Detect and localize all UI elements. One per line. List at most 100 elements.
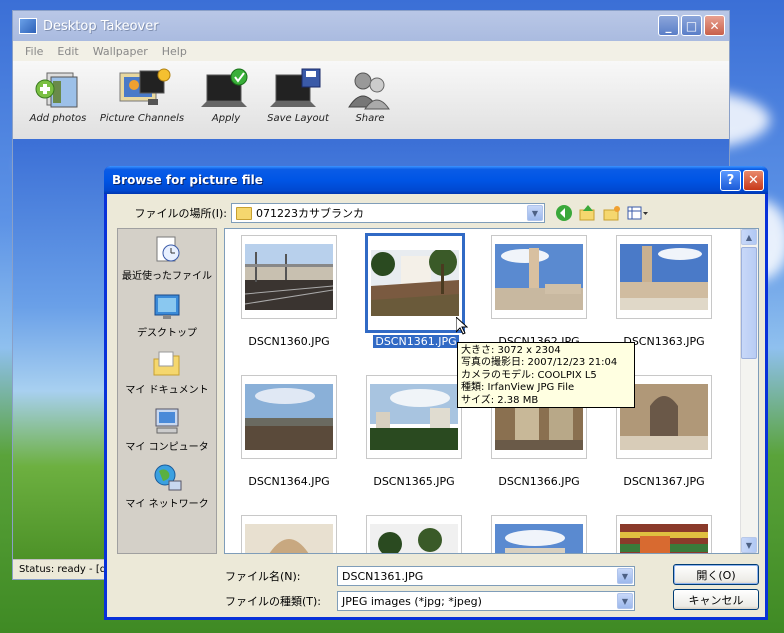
dialog-title: Browse for picture file	[112, 173, 263, 187]
my-documents-icon	[153, 351, 180, 376]
filename-label: ファイル名(N):	[225, 570, 301, 583]
thumbnail-partial[interactable]	[366, 515, 462, 553]
folder-icon	[236, 206, 252, 220]
mosque-photo	[495, 244, 583, 310]
thumbnail-dscn1365[interactable]	[366, 375, 462, 459]
lookin-row: ファイルの場所(I): 071223カサブランカ ▼	[133, 203, 648, 223]
filetype-value: JPEG images (*jpg; *jpeg)	[342, 594, 482, 608]
thumbnail-dscn1360[interactable]	[241, 235, 337, 319]
app-icon	[19, 18, 37, 34]
thumbnail-dscn1363[interactable]	[616, 235, 712, 319]
scroll-down-button[interactable]: ▼	[741, 537, 757, 553]
scroll-thumb[interactable]	[741, 247, 757, 359]
picture-channels-label: Picture Channels	[99, 113, 185, 124]
filename[interactable]: DSCN1360.JPG	[234, 335, 344, 348]
thumbnail-dscn1364[interactable]	[241, 375, 337, 459]
view-menu-icon[interactable]	[627, 204, 648, 222]
new-folder-icon[interactable]	[603, 204, 621, 222]
cancel-button[interactable]: キャンセル	[673, 589, 759, 610]
menu-wallpaper[interactable]: Wallpaper	[87, 45, 154, 58]
place-recent-label: 最近使ったファイル	[122, 271, 212, 282]
place-desktop[interactable]: デスクトップ	[118, 292, 216, 343]
chevron-down-icon[interactable]: ▼	[527, 205, 543, 221]
filename-input-value: DSCN1361.JPG	[342, 569, 424, 583]
selected-filename-text: DSCN1361.JPG	[373, 335, 459, 348]
filetype-row: ファイルの種類(T): JPEG images (*jpg; *jpeg) ▼	[225, 591, 635, 611]
share-button[interactable]: Share	[339, 61, 401, 124]
lookin-label: ファイルの場所(I):	[134, 207, 227, 220]
filename-selected[interactable]: DSCN1361.JPG	[361, 335, 471, 348]
place-desktop-label: デスクトップ	[137, 328, 197, 339]
place-documents[interactable]: マイ ドキュメント	[118, 349, 216, 400]
tooltip-line: 大きさ: 3072 x 2304	[461, 345, 561, 356]
desktop-icon	[154, 294, 180, 319]
city-photo	[495, 524, 583, 553]
mosque-photo	[620, 244, 708, 310]
maximize-button[interactable]: □	[681, 15, 702, 36]
close-button[interactable]: ✕	[704, 15, 725, 36]
app-title: Desktop Takeover	[43, 18, 159, 34]
share-icon	[348, 72, 390, 110]
file-info-tooltip: 大きさ: 3072 x 2304 写真の撮影日: 2007/12/23 21:0…	[457, 342, 635, 408]
lookin-combo[interactable]: 071223カサブランカ ▼	[231, 203, 545, 223]
lookin-value: 071223カサブランカ	[256, 207, 364, 220]
apply-button[interactable]: Apply	[195, 61, 257, 124]
filename[interactable]: DSCN1366.JPG	[484, 475, 594, 488]
save-layout-button[interactable]: Save Layout	[267, 61, 329, 124]
market-photo	[620, 524, 708, 553]
filetype-label: ファイルの種類(T):	[225, 595, 322, 608]
coast-photo	[245, 384, 333, 450]
thumbnail-partial[interactable]	[241, 515, 337, 553]
apply-label: Apply	[211, 113, 241, 124]
filename[interactable]: DSCN1364.JPG	[234, 475, 344, 488]
minimize-button[interactable]: _	[658, 15, 679, 36]
picture-channels-button[interactable]: Picture Channels	[99, 61, 185, 124]
open-button[interactable]: 開く(O)	[673, 564, 759, 585]
scroll-up-button[interactable]: ▲	[741, 229, 757, 245]
tooltip-line: 写真の撮影日: 2007/12/23 21:04	[461, 357, 618, 369]
chevron-down-icon[interactable]: ▼	[617, 568, 633, 584]
add-photos-label: Add photos	[29, 113, 87, 124]
filename-input[interactable]: DSCN1361.JPG ▼	[337, 566, 635, 586]
menu-help[interactable]: Help	[156, 45, 193, 58]
picture-channels-icon	[119, 68, 171, 105]
filename[interactable]: DSCN1365.JPG	[359, 475, 469, 488]
dialog-titlebar[interactable]: Browse for picture file ? ✕	[104, 166, 768, 194]
browse-dialog: Browse for picture file ? ✕ ファイルの場所(I): …	[104, 166, 768, 620]
place-computer[interactable]: マイ コンピュータ	[118, 406, 216, 457]
back-icon[interactable]	[555, 204, 573, 222]
tooltip-line: 種類: IrfanView JPG File	[461, 382, 575, 394]
place-network[interactable]: マイ ネットワーク	[118, 463, 216, 514]
thumbnail-dscn1361[interactable]	[365, 233, 465, 333]
my-computer-icon	[155, 408, 179, 434]
my-network-icon	[154, 464, 182, 491]
tooltip-line: サイズ: 2.38 MB	[461, 394, 539, 406]
app-titlebar[interactable]: Desktop Takeover _ □ ✕	[13, 11, 729, 41]
chevron-down-icon[interactable]: ▼	[617, 593, 633, 609]
tooltip-line: カメラのモデル: COOLPIX L5	[461, 369, 597, 381]
dialog-close-button[interactable]: ✕	[743, 170, 764, 191]
place-network-label: マイ ネットワーク	[125, 499, 209, 510]
filename[interactable]: DSCN1367.JPG	[609, 475, 719, 488]
city-photo	[370, 384, 458, 450]
up-folder-icon[interactable]	[579, 204, 597, 222]
add-photos-button[interactable]: Add photos	[27, 61, 89, 124]
thumbnail-dscn1362[interactable]	[491, 235, 587, 319]
apply-icon	[201, 68, 248, 107]
save-layout-label: Save Layout	[267, 113, 329, 124]
toolbar: Add photos Picture Channels Apply Save L…	[13, 61, 729, 140]
places-bar: 最近使ったファイル デスクトップ マイ ドキュメント マイ コンピュータ マイ …	[117, 228, 217, 554]
vertical-scrollbar[interactable]: ▲ ▼	[740, 229, 758, 553]
thumbnail-partial[interactable]	[616, 515, 712, 553]
save-layout-icon	[270, 68, 321, 107]
place-recent[interactable]: 最近使ったファイル	[118, 235, 216, 286]
filename-row: ファイル名(N): DSCN1361.JPG ▼	[225, 566, 635, 586]
filetype-select[interactable]: JPEG images (*jpg; *jpeg) ▼	[337, 591, 635, 611]
help-button[interactable]: ?	[720, 170, 741, 191]
mouse-cursor-icon	[456, 317, 468, 335]
thumbnail-partial[interactable]	[491, 515, 587, 553]
menu-file[interactable]: File	[19, 45, 49, 58]
menu-edit[interactable]: Edit	[51, 45, 84, 58]
arch-photo	[245, 524, 333, 553]
place-documents-label: マイ ドキュメント	[125, 385, 209, 396]
